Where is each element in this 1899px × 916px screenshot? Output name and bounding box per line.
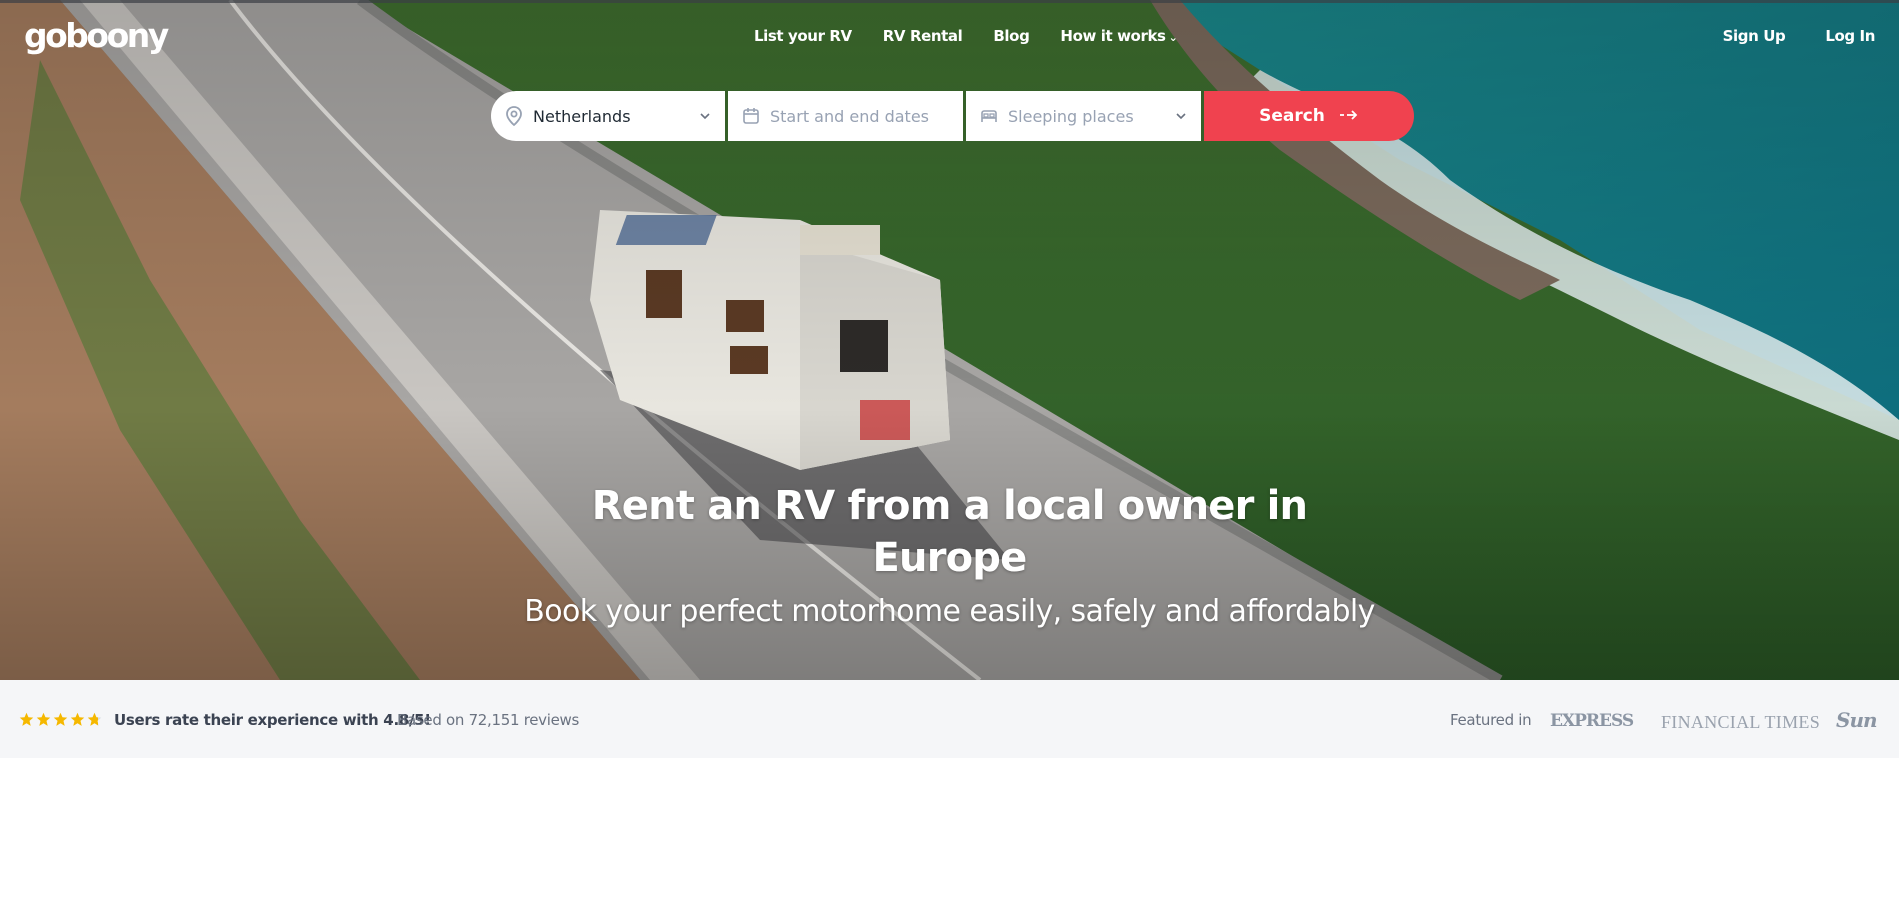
- nav-list-your-rv[interactable]: List your RV: [754, 27, 852, 45]
- chevron-down-icon: ⌄: [1168, 31, 1178, 44]
- search-bar: Netherlands Start and end dates Sleeping…: [491, 91, 1414, 141]
- search-button[interactable]: Search: [1204, 91, 1414, 141]
- nav-blog[interactable]: Blog: [993, 27, 1029, 45]
- location-value: Netherlands: [533, 106, 631, 126]
- chevron-down-icon: [1176, 113, 1186, 120]
- hero-section: goboony List your RV RV Rental Blog How …: [0, 0, 1899, 680]
- goboony-logo[interactable]: goboony: [24, 16, 169, 55]
- nav-how-it-works-label: How it works: [1060, 27, 1166, 45]
- dates-placeholder: Start and end dates: [770, 106, 929, 126]
- nav-how-it-works[interactable]: How it works ⌄: [1060, 27, 1177, 45]
- rating-stars: [19, 712, 104, 727]
- sleeping-places-select[interactable]: Sleeping places: [966, 91, 1201, 141]
- reviews-count: Based on 72,151 reviews: [397, 711, 580, 729]
- sign-up-link[interactable]: Sign Up: [1723, 27, 1786, 45]
- chevron-down-icon: [700, 113, 710, 120]
- express-logo: EXPRESS: [1550, 711, 1634, 731]
- hero-headline: Rent an RV from a local owner in Europe …: [0, 480, 1899, 629]
- arrow-right-icon: [1339, 106, 1359, 126]
- search-button-label: Search: [1259, 106, 1325, 126]
- bed-icon: [981, 110, 997, 122]
- rating-text: Users rate their experience with 4.8/5!: [114, 711, 431, 729]
- star-icon: [53, 712, 68, 726]
- star-half-icon: [87, 712, 102, 726]
- top-border: [0, 0, 1899, 3]
- sleeping-placeholder: Sleeping places: [1008, 106, 1134, 126]
- star-icon: [70, 712, 85, 726]
- hero-subtitle: Book your perfect motorhome easily, safe…: [524, 594, 1375, 629]
- location-select[interactable]: Netherlands: [491, 91, 725, 141]
- log-in-link[interactable]: Log In: [1825, 27, 1875, 45]
- calendar-icon: [743, 108, 759, 124]
- dates-field[interactable]: Start and end dates: [728, 91, 963, 141]
- auth-links: Sign Up Log In: [1683, 27, 1876, 45]
- star-icon: [36, 712, 51, 726]
- main-nav: List your RV RV Rental Blog How it works…: [754, 27, 1208, 45]
- financial-times-logo: FINANCIAL TIMES: [1661, 712, 1821, 732]
- nav-rv-rental[interactable]: RV Rental: [883, 27, 963, 45]
- star-icon: [19, 712, 34, 726]
- hero-title: Rent an RV from a local owner in Europe: [591, 483, 1308, 581]
- the-sun-logo: Sun: [1836, 708, 1878, 732]
- featured-in-label: Featured in: [1450, 711, 1532, 729]
- map-pin-icon: [506, 106, 522, 126]
